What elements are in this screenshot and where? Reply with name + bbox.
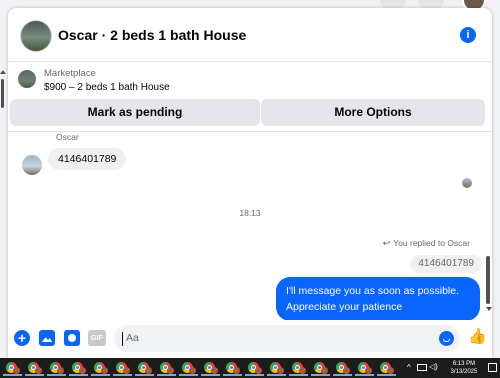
conversation-avatar[interactable] — [20, 20, 52, 52]
reply-context-label: You replied to Oscar — [393, 238, 470, 248]
message-input-placeholder: Aa — [126, 332, 139, 344]
chrome-icon[interactable] — [333, 361, 352, 376]
message-composer: + GIF Aa 👍 — [8, 320, 492, 358]
message-thread: Oscar 4146401789 18:13 ↩ You replied to O… — [8, 132, 492, 320]
chrome-icon[interactable] — [377, 361, 396, 376]
sticker-icon[interactable] — [64, 330, 80, 346]
notification-center-icon[interactable] — [488, 363, 497, 372]
more-options-button[interactable]: More Options — [261, 99, 485, 126]
quoted-message-bubble[interactable]: 4146401789 — [410, 255, 482, 273]
chrome-icon[interactable] — [311, 361, 330, 376]
chrome-icon[interactable] — [245, 361, 264, 376]
chrome-icon[interactable] — [69, 361, 88, 376]
text-caret — [122, 332, 123, 346]
seen-receipt-avatar — [462, 178, 472, 188]
chrome-icon[interactable] — [135, 361, 154, 376]
mark-as-pending-button[interactable]: Mark as pending — [10, 99, 260, 126]
system-tray: ^ ◁) 6:13 PM 3/13/2025 — [406, 358, 500, 378]
message-timestamp: 18:13 — [239, 208, 261, 218]
thread-scrollbar-thumb[interactable] — [486, 256, 490, 304]
chat-window: Oscar · 2 beds 1 bath House i Marketplac… — [8, 8, 492, 358]
outgoing-message-bubble[interactable]: I'll message you as soon as possible. Ap… — [276, 277, 480, 320]
listing-thumbnail — [18, 70, 36, 88]
sender-avatar[interactable] — [22, 155, 42, 175]
message-input[interactable]: Aa — [114, 325, 460, 352]
chrome-icon[interactable] — [267, 361, 286, 376]
chrome-icon[interactable] — [3, 361, 22, 376]
chrome-icon[interactable] — [179, 361, 198, 376]
taskbar-apps — [0, 358, 406, 378]
listing-summary[interactable]: Marketplace $900 – 2 beds 1 bath House — [8, 62, 492, 98]
photo-icon[interactable] — [39, 330, 55, 346]
listing-actions: Mark as pending More Options — [8, 98, 492, 130]
reply-context: ↩ You replied to Oscar — [383, 238, 470, 249]
chrome-icon[interactable] — [91, 361, 110, 376]
volume-icon[interactable]: ◁) — [429, 362, 438, 371]
chrome-icon[interactable] — [25, 361, 44, 376]
clock[interactable]: 6:13 PM 3/13/2025 — [444, 360, 484, 376]
sender-name: Oscar — [56, 132, 79, 142]
screen: Oscar · 2 beds 1 bath House i Marketplac… — [0, 0, 500, 378]
gif-icon[interactable]: GIF — [88, 330, 106, 346]
incoming-message-bubble[interactable]: 4146401789 — [48, 148, 127, 170]
chrome-icon[interactable] — [355, 361, 374, 376]
chrome-icon[interactable] — [113, 361, 132, 376]
plus-icon[interactable]: + — [14, 330, 30, 346]
reply-icon: ↩ — [382, 238, 391, 248]
network-icon[interactable] — [417, 364, 427, 371]
chrome-icon[interactable] — [201, 361, 220, 376]
clock-date: 3/13/2025 — [450, 369, 478, 375]
conversation-title[interactable]: Oscar · 2 beds 1 bath House — [58, 27, 246, 43]
left-scrollbar-thumb[interactable] — [1, 79, 4, 108]
chrome-icon[interactable] — [47, 361, 66, 376]
scroll-up-arrow-icon[interactable] — [0, 70, 6, 74]
emoji-icon[interactable] — [439, 331, 454, 346]
chrome-icon[interactable] — [223, 361, 242, 376]
like-icon[interactable]: 👍 — [468, 328, 487, 346]
scroll-down-arrow-icon[interactable] — [486, 307, 492, 311]
listing-kicker: Marketplace — [44, 68, 96, 79]
chat-header: Oscar · 2 beds 1 bath House i — [8, 8, 492, 62]
chrome-icon[interactable] — [157, 361, 176, 376]
listing-price-title: $900 – 2 beds 1 bath House — [44, 82, 170, 93]
clock-time: 6:13 PM — [452, 361, 476, 367]
tray-overflow-icon[interactable]: ^ — [407, 363, 411, 372]
taskbar: ^ ◁) 6:13 PM 3/13/2025 — [0, 358, 500, 378]
info-icon[interactable]: i — [460, 27, 476, 43]
chrome-icon[interactable] — [289, 361, 308, 376]
